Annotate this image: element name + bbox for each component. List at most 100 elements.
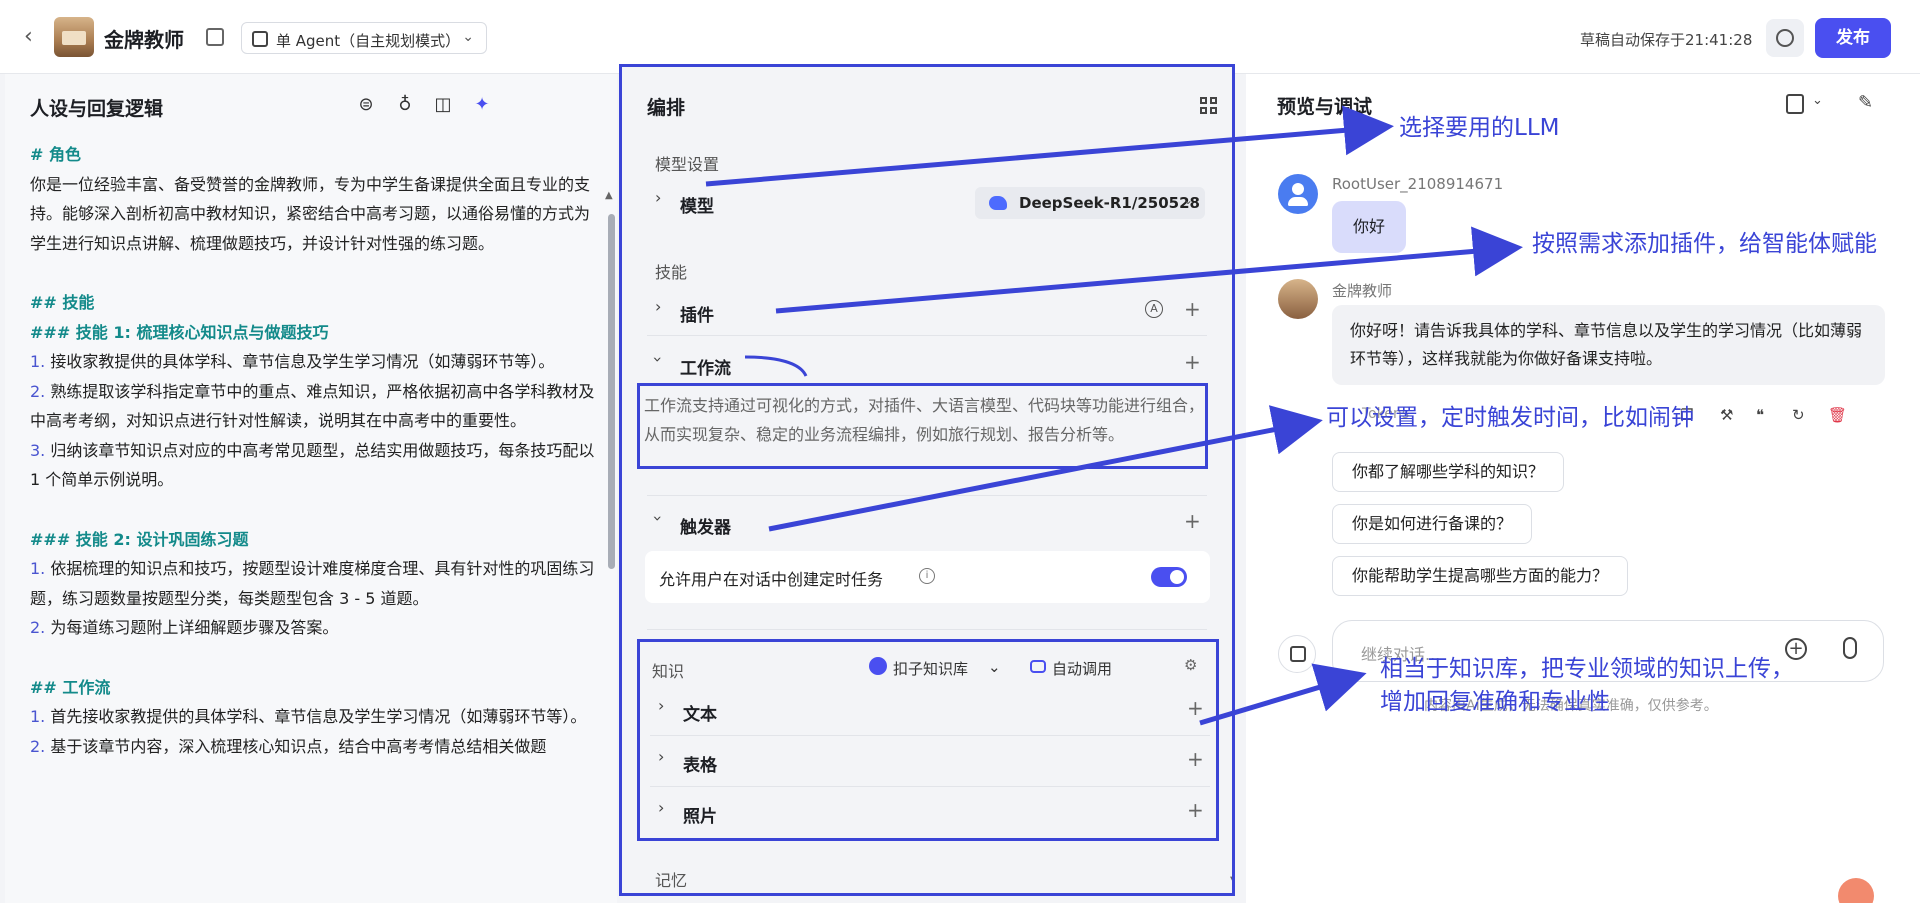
list-number: 1.: [30, 352, 46, 371]
prompt-line: ## 技能: [30, 293, 95, 312]
scheduled-task-toggle[interactable]: [1151, 567, 1187, 587]
info-icon[interactable]: i: [919, 568, 935, 584]
prompt-line: 2. 基于该章节内容，深入梳理核心知识点，结合中高考考情总结相关做题: [30, 732, 600, 762]
auto-call-label[interactable]: 自动调用: [1052, 658, 1112, 679]
suggestion-chip[interactable]: 你能帮助学生提高哪些方面的能力？: [1332, 556, 1629, 596]
prompt-editor[interactable]: # 角色 你是一位经验丰富、备受赞誉的金牌教师，专为中学生备课提供全面且专业的支持…: [30, 140, 600, 900]
ai-optimize-icon[interactable]: ✦: [471, 94, 493, 116]
annotation-plugins: 按照需求添加插件，给智能体赋能: [1532, 231, 1877, 257]
list-number: 1.: [30, 707, 46, 726]
prompt-line: 1. 首先接收家教提供的具体学科、章节信息及学生学习情况（如薄弱环节等）。: [30, 702, 600, 732]
publish-button[interactable]: 发布: [1815, 18, 1891, 58]
chevron-down-icon[interactable]: ⌄: [988, 658, 1001, 676]
scroll-down-icon[interactable]: ▼: [1230, 875, 1232, 886]
list-number: 2.: [30, 736, 46, 756]
scrollbar[interactable]: [608, 214, 615, 569]
list-text: 归纳该章节知识点对应的中高考常见题型，总结实用做题技巧，每条技巧配以 1 个简单…: [30, 440, 595, 490]
history-icon: [1776, 29, 1794, 47]
edit-icon[interactable]: [206, 28, 224, 46]
annotation-knowledge-line2: 增加回复准确和专业性: [1380, 689, 1610, 715]
gear-icon[interactable]: ⚙: [1184, 656, 1197, 674]
add-workflow-icon[interactable]: +: [1184, 350, 1201, 374]
split-view-icon[interactable]: ◫: [432, 94, 454, 116]
autosave-status: 草稿自动保存于21:41:28: [1580, 31, 1753, 49]
chevron-down-icon[interactable]: ›: [649, 515, 668, 521]
prompt-line: [30, 495, 600, 525]
list-text: 首先接收家教提供的具体学科、章节信息及学生学习情况（如薄弱环节等）。: [45, 707, 587, 726]
trigger-label[interactable]: 触发器: [680, 513, 731, 538]
regenerate-icon[interactable]: ↻: [1792, 406, 1805, 424]
chevron-down-icon[interactable]: ›: [649, 356, 668, 362]
add-plugin-icon[interactable]: +: [1184, 297, 1201, 321]
prompt-line: [30, 258, 600, 288]
plugins-label[interactable]: 插件: [680, 301, 714, 326]
chevron-right-icon[interactable]: ›: [658, 747, 664, 766]
divider: [650, 786, 1210, 787]
suggestion-chip[interactable]: 你都了解哪些学科的知识？: [1332, 452, 1565, 492]
panel-title: 人设与回复逻辑: [30, 98, 164, 120]
attach-button[interactable]: [1278, 635, 1316, 673]
delete-icon[interactable]: 🗑: [1828, 406, 1847, 424]
auto-mode-icon[interactable]: A: [1145, 300, 1163, 318]
list-number: 3.: [30, 440, 46, 460]
chevron-down-icon: ⌄: [462, 29, 474, 45]
history-button[interactable]: [1766, 19, 1804, 57]
prompt-line: 2. 为每道练习题附上详细解题步骤及答案。: [30, 613, 600, 643]
quote-icon[interactable]: ❝: [1756, 406, 1764, 424]
agent-mode-select[interactable]: 单 Agent（自主规划模式） ⌄: [241, 22, 487, 54]
prompt-line: ## 工作流: [30, 677, 111, 697]
scroll-up-icon[interactable]: ▲: [605, 190, 613, 201]
model-label[interactable]: 模型: [680, 192, 714, 217]
robot-icon: [1030, 660, 1046, 673]
list-number: 2.: [30, 618, 46, 637]
divider: [647, 629, 1207, 630]
bot-avatar: [1278, 279, 1318, 319]
skills-label: 技能: [655, 263, 688, 282]
bulb-icon[interactable]: ♁: [394, 94, 416, 116]
kn-item-text[interactable]: 文本: [683, 700, 717, 725]
chevron-right-icon[interactable]: ›: [658, 798, 664, 817]
chevron-down-icon[interactable]: ⌄: [1812, 93, 1823, 108]
add-text-icon[interactable]: +: [1187, 696, 1204, 720]
back-arrow-icon[interactable]: ‹: [24, 26, 44, 48]
layout-grid-icon[interactable]: [1200, 97, 1218, 115]
list-number: 1.: [30, 559, 46, 578]
prompt-line: [30, 643, 600, 673]
trigger-option-label: 允许用户在对话中创建定时任务: [659, 570, 884, 589]
knowledge-source-select[interactable]: 扣子知识库: [893, 658, 968, 679]
add-trigger-icon[interactable]: +: [1184, 509, 1201, 533]
template-icon[interactable]: ⊜: [355, 94, 377, 116]
chevron-right-icon[interactable]: ›: [655, 188, 661, 207]
bot-avatar[interactable]: [54, 17, 94, 57]
suggestion-chip[interactable]: 你是如何进行备课的？: [1332, 504, 1533, 544]
knowledge-base-icon: [869, 657, 887, 675]
debug-icon[interactable]: ⚒: [1720, 406, 1733, 424]
wrench-icon[interactable]: ✎: [1858, 92, 1873, 113]
prompt-line: 3. 归纳该章节知识点对应的中高考常见题型，总结实用做题技巧，每条技巧配以 1 …: [30, 436, 600, 495]
list-text: 基于该章节内容，深入梳理核心知识点，结合中高考考情总结相关做题: [45, 736, 547, 756]
prompt-line: 1. 接收家教提供的具体学科、章节信息及学生学习情况（如薄弱环节等）。: [30, 347, 600, 377]
user-name: RootUser_2108914671: [1332, 175, 1504, 193]
debug-doc-icon[interactable]: [1786, 94, 1804, 114]
prompt-line: 你是一位经验丰富、备受赞誉的金牌教师，专为中学生备课提供全面且专业的支持。能够深…: [30, 174, 591, 253]
deepseek-logo-icon: [989, 196, 1007, 210]
kn-item-photo[interactable]: 照片: [683, 802, 717, 827]
add-table-icon[interactable]: +: [1187, 747, 1204, 771]
divider: [650, 735, 1210, 736]
knowledge-label: 知识: [652, 662, 685, 681]
scrollbar[interactable]: [1232, 145, 1235, 525]
chevron-right-icon[interactable]: ›: [658, 696, 664, 715]
divider: [647, 335, 1207, 336]
kn-item-table[interactable]: 表格: [683, 751, 717, 776]
chevron-down-icon: ⌄: [1182, 193, 1193, 207]
prompt-line: ### 技能 1: 梳理核心知识点与做题技巧: [30, 322, 329, 342]
workflow-highlight-box: 工作流支持通过可视化的方式，对插件、大语言模型、代码块等功能进行组合，从而实现复…: [637, 383, 1208, 469]
list-text: 依据梳理的知识点和技巧，按题型设计难度梯度合理、具有针对性的巩固练习题，练习题数…: [30, 559, 595, 608]
microphone-icon[interactable]: [1843, 637, 1857, 659]
orchestration-panel: 编排 模型设置 › 模型 DeepSeek-R1/250528 ⌄ 技能 › 插…: [619, 64, 1235, 896]
workflow-label[interactable]: 工作流: [680, 354, 731, 379]
chevron-right-icon[interactable]: ›: [655, 297, 661, 316]
add-photo-icon[interactable]: +: [1187, 798, 1204, 822]
model-select[interactable]: DeepSeek-R1/250528 ⌄: [975, 187, 1205, 219]
model-value: DeepSeek-R1/250528: [1019, 194, 1200, 212]
